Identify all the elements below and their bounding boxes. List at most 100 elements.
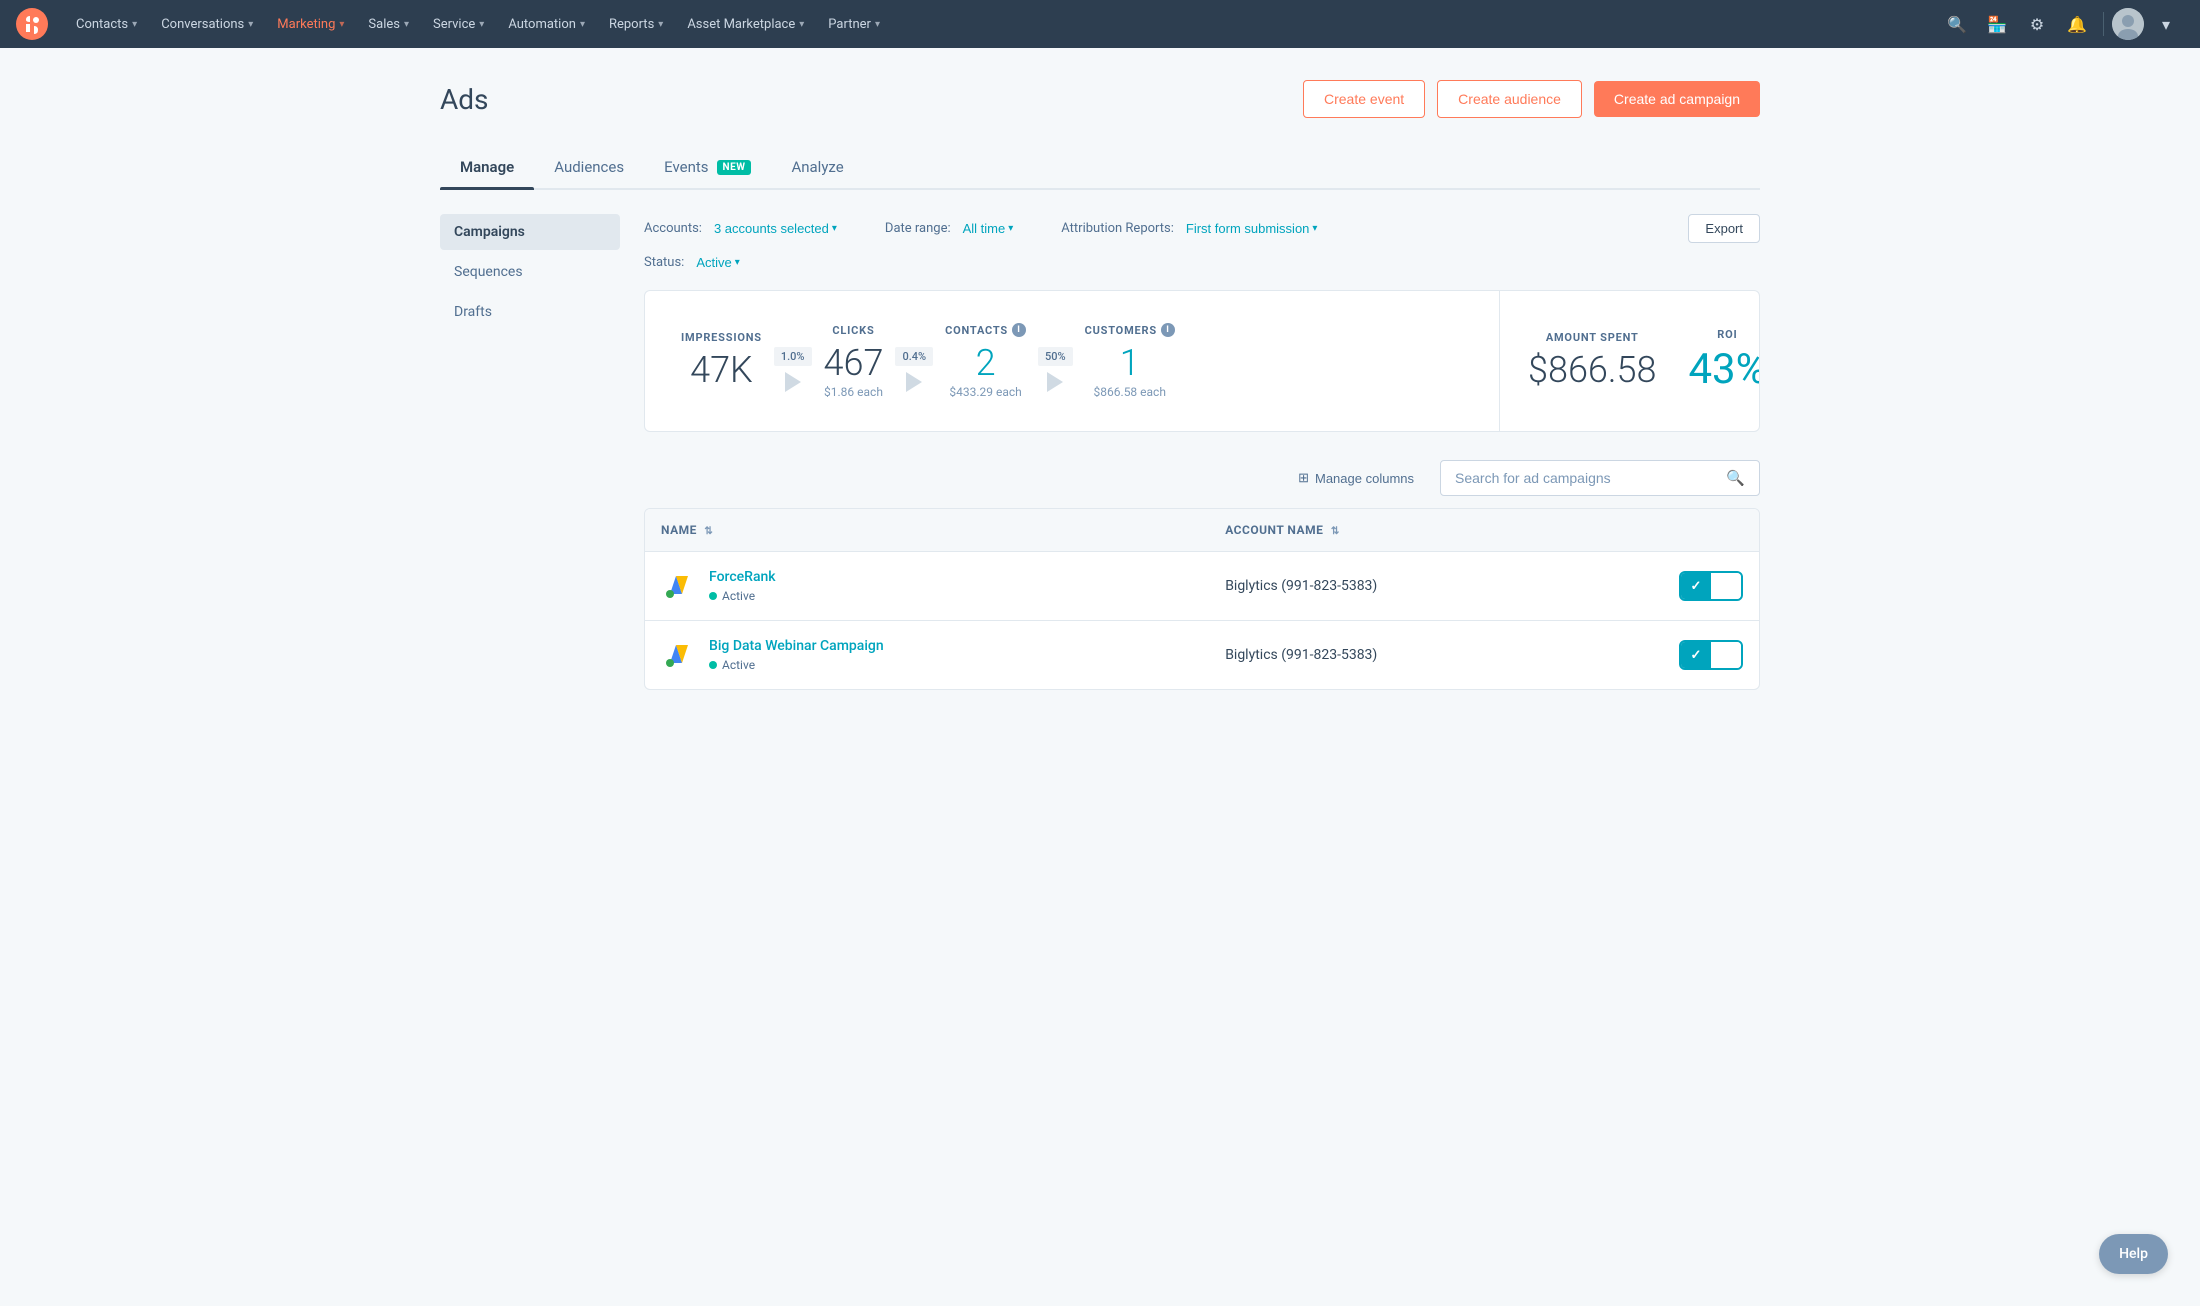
nav-divider [2103, 12, 2104, 36]
create-event-button[interactable]: Create event [1303, 80, 1425, 118]
table-header: NAME ⇅ ACCOUNT NAME ⇅ [645, 509, 1759, 552]
tabs-bar: Manage Audiences Events NEW Analyze [440, 146, 1760, 190]
search-input[interactable] [1455, 470, 1716, 486]
manage-columns-button[interactable]: ⊞ Manage columns [1288, 464, 1424, 492]
amount-spent-value: $866.58 [1528, 352, 1656, 388]
toggle-check-icon-1: ✓ [1691, 579, 1702, 594]
sidebar-item-drafts[interactable]: Drafts [440, 294, 620, 330]
customers-value: 1 [1120, 345, 1140, 381]
customers-sub: $866.58 each [1094, 385, 1166, 399]
nav-asset-marketplace[interactable]: Asset Marketplace ▾ [675, 0, 816, 48]
nav-service[interactable]: Service ▾ [421, 0, 496, 48]
search-box: 🔍 [1440, 460, 1760, 496]
create-campaign-button[interactable]: Create ad campaign [1594, 81, 1760, 117]
metric-amount-spent: AMOUNT SPENT $866.58 [1528, 331, 1656, 392]
export-button[interactable]: Export [1688, 214, 1760, 243]
status-dot-2 [709, 661, 717, 669]
clicks-sub: $1.86 each [824, 385, 883, 399]
nav-reports[interactable]: Reports ▾ [597, 0, 675, 48]
date-range-chevron-icon: ▾ [1008, 223, 1013, 234]
topnav-right-actions: 🔍 🏪 ⚙ 🔔 ▾ [1939, 6, 2184, 42]
nav-items: Contacts ▾ Conversations ▾ Marketing ▾ S… [64, 0, 1939, 48]
nav-marketing[interactable]: Marketing ▾ [265, 0, 356, 48]
table-row: ForceRank Active [645, 552, 1759, 621]
events-new-badge: NEW [717, 160, 752, 175]
name-sort-icon[interactable]: ⇅ [704, 526, 713, 537]
campaign-name-link-1[interactable]: ForceRank [709, 569, 776, 585]
table-body: ForceRank Active [645, 552, 1759, 690]
arrow-impressions-clicks: 1.0% [774, 347, 812, 392]
sidebar-item-campaigns[interactable]: Campaigns [440, 214, 620, 250]
search-button[interactable]: 🔍 [1939, 6, 1975, 42]
top-navigation: Contacts ▾ Conversations ▾ Marketing ▾ S… [0, 0, 2200, 48]
arrow-shape-2-icon [906, 372, 922, 392]
main-container: Ads Create event Create audience Create … [400, 48, 1800, 722]
hubspot-logo[interactable] [16, 8, 48, 40]
toggle-check-icon-2: ✓ [1691, 648, 1702, 663]
roi-value: 43% [1688, 349, 1760, 391]
status-dropdown[interactable]: Active ▾ [696, 255, 739, 270]
status-badge-2: Active [709, 658, 884, 672]
campaign-name-cell-1: ForceRank Active [645, 552, 1209, 621]
page-title: Ads [440, 83, 489, 116]
campaign-name-link-2[interactable]: Big Data Webinar Campaign [709, 638, 884, 654]
tab-analyze[interactable]: Analyze [771, 146, 863, 188]
toggle-off-2 [1711, 642, 1741, 668]
sales-chevron-icon: ▾ [404, 19, 409, 30]
contacts-chevron-icon: ▾ [132, 19, 137, 30]
metric-clicks: CLICKS 467 $1.86 each [824, 324, 884, 399]
table-row: Big Data Webinar Campaign Active [645, 621, 1759, 690]
arrow-clicks-contacts: 0.4% [895, 347, 933, 392]
campaign-toggle-2[interactable]: ✓ [1679, 640, 1743, 670]
nav-automation[interactable]: Automation ▾ [496, 0, 597, 48]
content-area: Campaigns Sequences Drafts Accounts: 3 a… [440, 214, 1760, 690]
pct-clicks-contacts: 0.4% [895, 347, 933, 366]
attribution-dropdown[interactable]: First form submission ▾ [1186, 221, 1318, 236]
nav-conversations[interactable]: Conversations ▾ [149, 0, 265, 48]
campaign-toggle-1[interactable]: ✓ [1679, 571, 1743, 601]
customers-info-icon[interactable]: i [1161, 323, 1175, 337]
page-header: Ads Create event Create audience Create … [440, 80, 1760, 118]
header-actions: Create event Create audience Create ad c… [1303, 80, 1760, 118]
accounts-dropdown[interactable]: 3 accounts selected ▾ [714, 221, 837, 236]
partner-chevron-icon: ▾ [875, 19, 880, 30]
campaigns-table: NAME ⇅ ACCOUNT NAME ⇅ [644, 508, 1760, 690]
profile-chevron-icon[interactable]: ▾ [2148, 6, 2184, 42]
account-sort-icon[interactable]: ⇅ [1331, 526, 1340, 537]
status-chevron-icon: ▾ [735, 257, 740, 268]
table: NAME ⇅ ACCOUNT NAME ⇅ [645, 509, 1759, 689]
search-icon: 🔍 [1726, 469, 1745, 487]
metric-customers: CUSTOMERS i 1 $866.58 each [1085, 323, 1175, 399]
create-audience-button[interactable]: Create audience [1437, 80, 1582, 118]
campaign-logo-2 [661, 637, 697, 673]
settings-button[interactable]: ⚙ [2019, 6, 2055, 42]
pct-impressions-clicks: 1.0% [774, 347, 812, 366]
marketplace-button[interactable]: 🏪 [1979, 6, 2015, 42]
accounts-label: Accounts: [644, 221, 702, 236]
nav-partner[interactable]: Partner ▾ [816, 0, 892, 48]
impressions-value: 47K [690, 352, 753, 388]
marketing-chevron-icon: ▾ [339, 19, 344, 30]
reports-chevron-icon: ▾ [658, 19, 663, 30]
date-range-label: Date range: [885, 221, 951, 236]
tab-audiences[interactable]: Audiences [534, 146, 644, 188]
metrics-card: IMPRESSIONS 47K 1.0% CLICKS 46 [644, 290, 1760, 432]
help-button[interactable]: Help [2099, 1234, 2168, 1274]
tab-events[interactable]: Events NEW [644, 146, 771, 188]
date-range-dropdown[interactable]: All time ▾ [963, 221, 1014, 236]
contacts-value: 2 [976, 345, 996, 381]
tab-manage[interactable]: Manage [440, 146, 534, 188]
notifications-button[interactable]: 🔔 [2059, 6, 2095, 42]
sidebar-item-sequences[interactable]: Sequences [440, 254, 620, 290]
filters-row-1: Accounts: 3 accounts selected ▾ Date ran… [644, 214, 1760, 243]
pct-contacts-customers: 50% [1038, 347, 1073, 366]
nav-contacts[interactable]: Contacts ▾ [64, 0, 149, 48]
accounts-chevron-icon: ▾ [832, 223, 837, 234]
service-chevron-icon: ▾ [479, 19, 484, 30]
user-avatar[interactable] [2112, 8, 2144, 40]
account-name-cell-1: Biglytics (991-823-5383) ✓ [1209, 552, 1759, 621]
nav-sales[interactable]: Sales ▾ [356, 0, 421, 48]
clicks-value: 467 [824, 345, 884, 381]
campaign-name-cell-2: Big Data Webinar Campaign Active [645, 621, 1209, 690]
contacts-info-icon[interactable]: i [1012, 323, 1026, 337]
